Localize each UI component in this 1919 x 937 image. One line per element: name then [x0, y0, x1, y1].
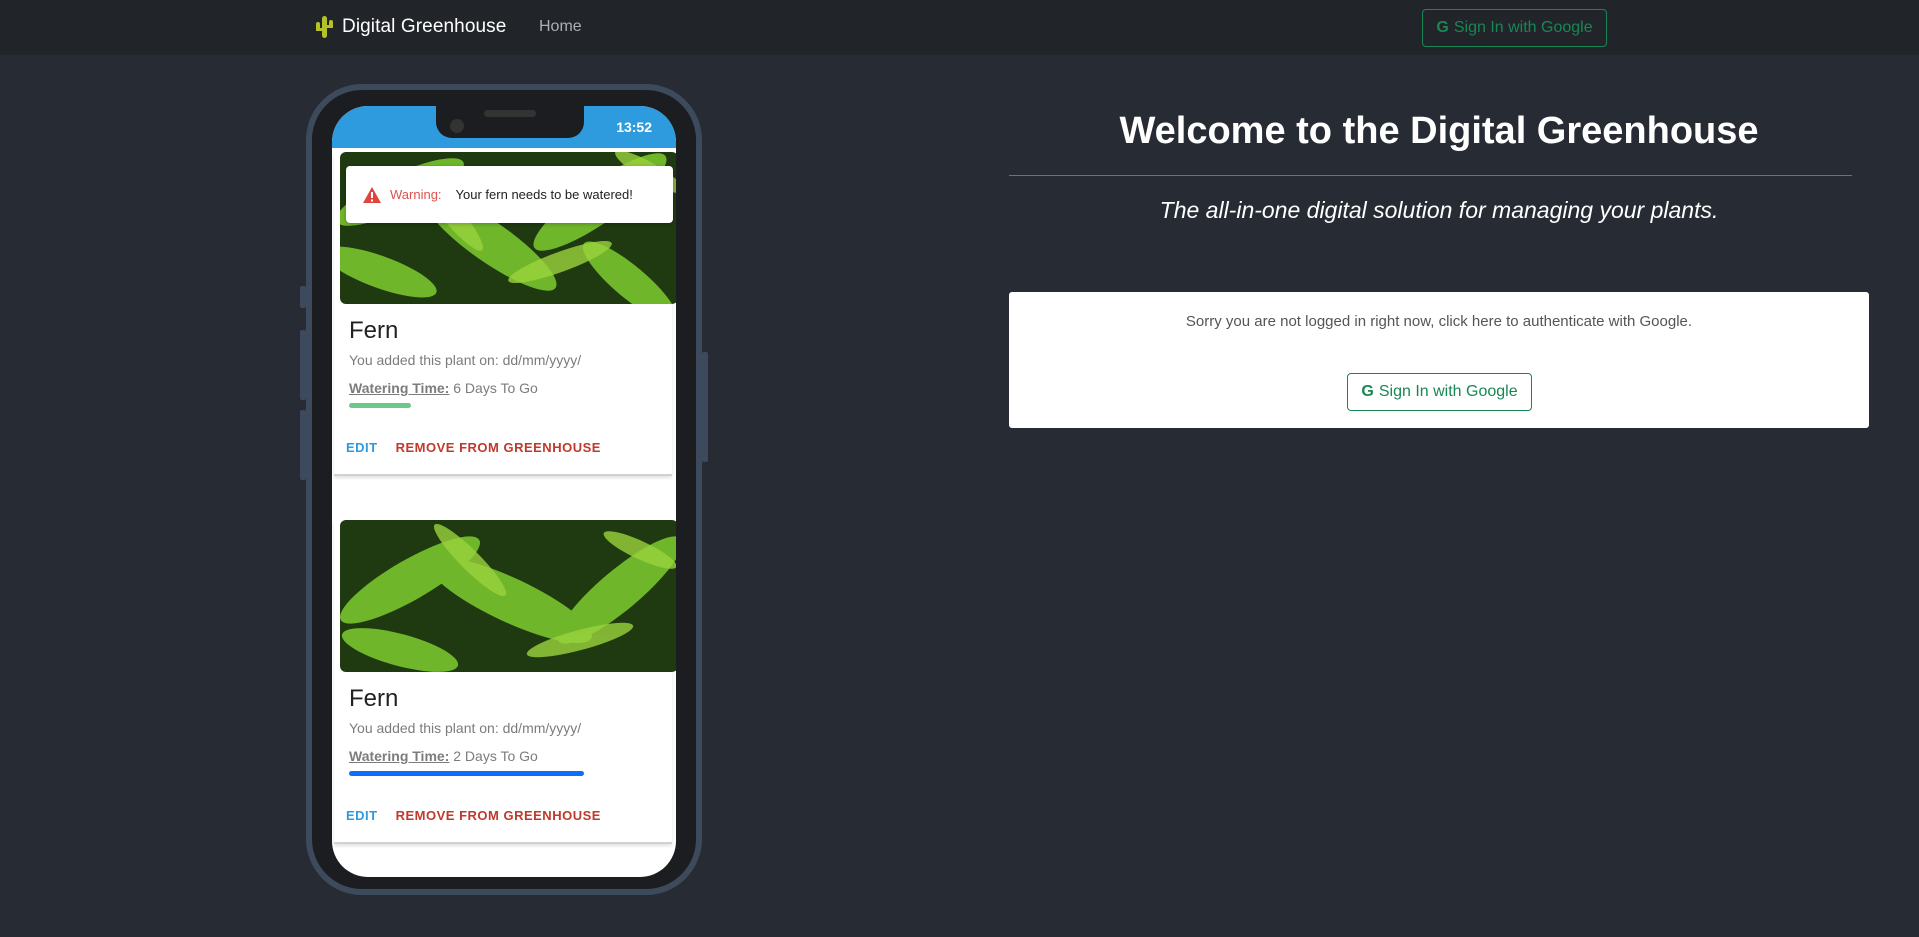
phone-mockup: 13:52 Warning: Your fern needs to be wat…: [300, 84, 708, 895]
remove-button[interactable]: REMOVE FROM GREENHOUSE: [396, 440, 601, 455]
warning-message: Your fern needs to be watered!: [455, 187, 633, 202]
phone-power-button: [702, 352, 708, 462]
watering-time-value: 6 Days To Go: [449, 380, 538, 396]
status-time: 13:52: [616, 119, 652, 135]
signin-label: Sign In with Google: [1378, 383, 1518, 400]
plant-added-date: You added this plant on: dd/mm/yyyy/: [349, 352, 582, 368]
page-title: Welcome to the Digital Greenhouse: [1119, 110, 1759, 152]
login-panel: Sorry you are not logged in right now, c…: [1009, 292, 1869, 428]
phone-volume-down-button: [300, 410, 306, 480]
watering-time-label: Watering Time:: [349, 748, 450, 764]
signin-button[interactable]: G Sign In with Google: [1347, 373, 1532, 411]
phone-notch: [436, 106, 584, 138]
watering-time: Watering Time: 2 Days To Go: [349, 748, 538, 764]
fern-image: [340, 520, 676, 672]
phone-side-button: [300, 286, 306, 308]
watering-progress-bar: [349, 403, 632, 408]
phone-speaker: [484, 110, 536, 117]
tagline: The all-in-one digital solution for mana…: [1159, 197, 1719, 223]
divider: [1009, 175, 1852, 176]
cactus-icon: [316, 16, 333, 38]
watering-time-label: Watering Time:: [349, 380, 450, 396]
login-message[interactable]: Sorry you are not logged in right now, c…: [1009, 313, 1869, 330]
google-icon: G: [1361, 383, 1374, 400]
plant-title: Fern: [349, 685, 399, 712]
brand-name: Digital Greenhouse: [342, 16, 507, 37]
card-actions: EDIT REMOVE FROM GREENHOUSE: [346, 440, 601, 455]
watering-progress-fill: [349, 403, 412, 408]
warning-label: Warning:: [390, 187, 442, 202]
watering-progress-fill: [349, 771, 584, 776]
watering-progress-bar: [349, 771, 632, 776]
plant-card: Fern You added this plant on: dd/mm/yyyy…: [334, 520, 676, 844]
card-actions: EDIT REMOVE FROM GREENHOUSE: [346, 808, 601, 823]
edit-button[interactable]: EDIT: [346, 808, 378, 823]
warning-toast: Warning: Your fern needs to be watered!: [346, 166, 673, 223]
plant-added-date: You added this plant on: dd/mm/yyyy/: [349, 720, 582, 736]
watering-time: Watering Time: 6 Days To Go: [349, 380, 538, 396]
phone-volume-up-button: [300, 330, 306, 400]
google-icon: G: [1436, 19, 1449, 36]
nav-home-link[interactable]: Home: [539, 18, 582, 36]
navbar-signin-button[interactable]: G Sign In with Google: [1422, 9, 1607, 47]
plant-card: Warning: Your fern needs to be watered! …: [334, 152, 676, 476]
navbar: Digital Greenhouse Home G Sign In with G…: [0, 0, 1919, 55]
edit-button[interactable]: EDIT: [346, 440, 378, 455]
plant-title: Fern: [349, 317, 399, 344]
navbar-signin-label: Sign In with Google: [1453, 19, 1593, 36]
remove-button[interactable]: REMOVE FROM GREENHOUSE: [396, 808, 601, 823]
watering-time-value: 2 Days To Go: [449, 748, 538, 764]
warning-icon: [363, 186, 381, 203]
brand[interactable]: Digital Greenhouse: [314, 14, 506, 40]
phone-camera: [450, 119, 464, 133]
phone-screen: 13:52 Warning: Your fern needs to be wat…: [332, 106, 676, 877]
